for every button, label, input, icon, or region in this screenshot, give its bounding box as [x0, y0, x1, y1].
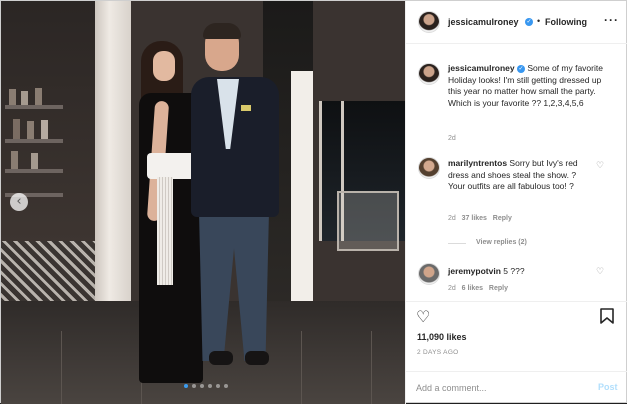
following-button[interactable]: Following [545, 17, 587, 27]
header-separator: • [537, 16, 541, 26]
post-sidebar: jessicamulroney ✓ • Following ··· jessic… [405, 1, 627, 404]
reply-button[interactable]: Reply [489, 285, 508, 292]
verified-badge-icon: ✓ [525, 18, 533, 26]
heart-icon[interactable]: ♡ [416, 308, 430, 326]
avatar[interactable] [418, 157, 440, 179]
carousel-dot[interactable] [200, 384, 204, 388]
add-comment-bar: Post [406, 371, 627, 404]
verified-badge-icon: ✓ [517, 65, 525, 73]
more-options-icon[interactable]: ··· [604, 13, 619, 27]
carousel-dot[interactable] [216, 384, 220, 388]
white-pillar [95, 1, 131, 331]
post-header: jessicamulroney ✓ • Following ··· [406, 1, 627, 44]
carousel-dot[interactable] [208, 384, 212, 388]
post-photo[interactable]: ‹ [1, 1, 405, 404]
comment-username[interactable]: marilyntrentos [448, 158, 507, 168]
post-comment-button[interactable]: Post [598, 382, 618, 392]
post-date: 2 DAYS AGO [417, 349, 459, 356]
comment-meta: 2d 37 likes Reply [448, 215, 512, 222]
avatar[interactable] [418, 11, 440, 33]
bookmark-icon[interactable] [600, 308, 614, 328]
avatar[interactable] [418, 263, 440, 285]
chevron-left-icon[interactable]: ‹ [10, 193, 28, 211]
avatar[interactable] [418, 63, 440, 85]
bar-cart [337, 191, 399, 251]
comment-username[interactable]: jeremypotvin [448, 266, 501, 276]
carousel-dot[interactable] [184, 384, 188, 388]
caption-text: jessicamulroney ✓ Some of my favorite Ho… [448, 63, 603, 108]
comments-list: jessicamulroney ✓ Some of my favorite Ho… [406, 45, 627, 301]
likes-count[interactable]: 11,090 likes [417, 332, 467, 342]
carousel-dot[interactable] [192, 384, 196, 388]
comment-likes[interactable]: 37 likes [462, 215, 487, 222]
post-actions: ♡ 11,090 likes 2 DAYS AGO [406, 301, 627, 371]
caption-time: 2d [448, 135, 456, 142]
comment-text: marilyntrentos Sorry but Ivy's red dress… [448, 158, 578, 191]
comment-likes[interactable]: 6 likes [462, 285, 483, 292]
comment-meta: 2d 6 likes Reply [448, 285, 508, 292]
instagram-post-modal: ‹ jessicamulroney ✓ • Following ··· jess… [0, 0, 627, 404]
comment-like-icon[interactable]: ♡ [596, 161, 604, 171]
comment-like-icon[interactable]: ♡ [596, 267, 604, 277]
comment-text: jeremypotvin 5 ??? [448, 266, 525, 276]
reply-button[interactable]: Reply [493, 215, 512, 222]
add-comment-input[interactable] [416, 379, 586, 397]
view-replies-button[interactable]: View replies (2) [476, 239, 527, 246]
caption-username[interactable]: jessicamulroney [448, 63, 515, 73]
carousel-dot[interactable] [224, 384, 228, 388]
carousel-dots [184, 384, 228, 388]
header-username[interactable]: jessicamulroney [448, 17, 519, 27]
